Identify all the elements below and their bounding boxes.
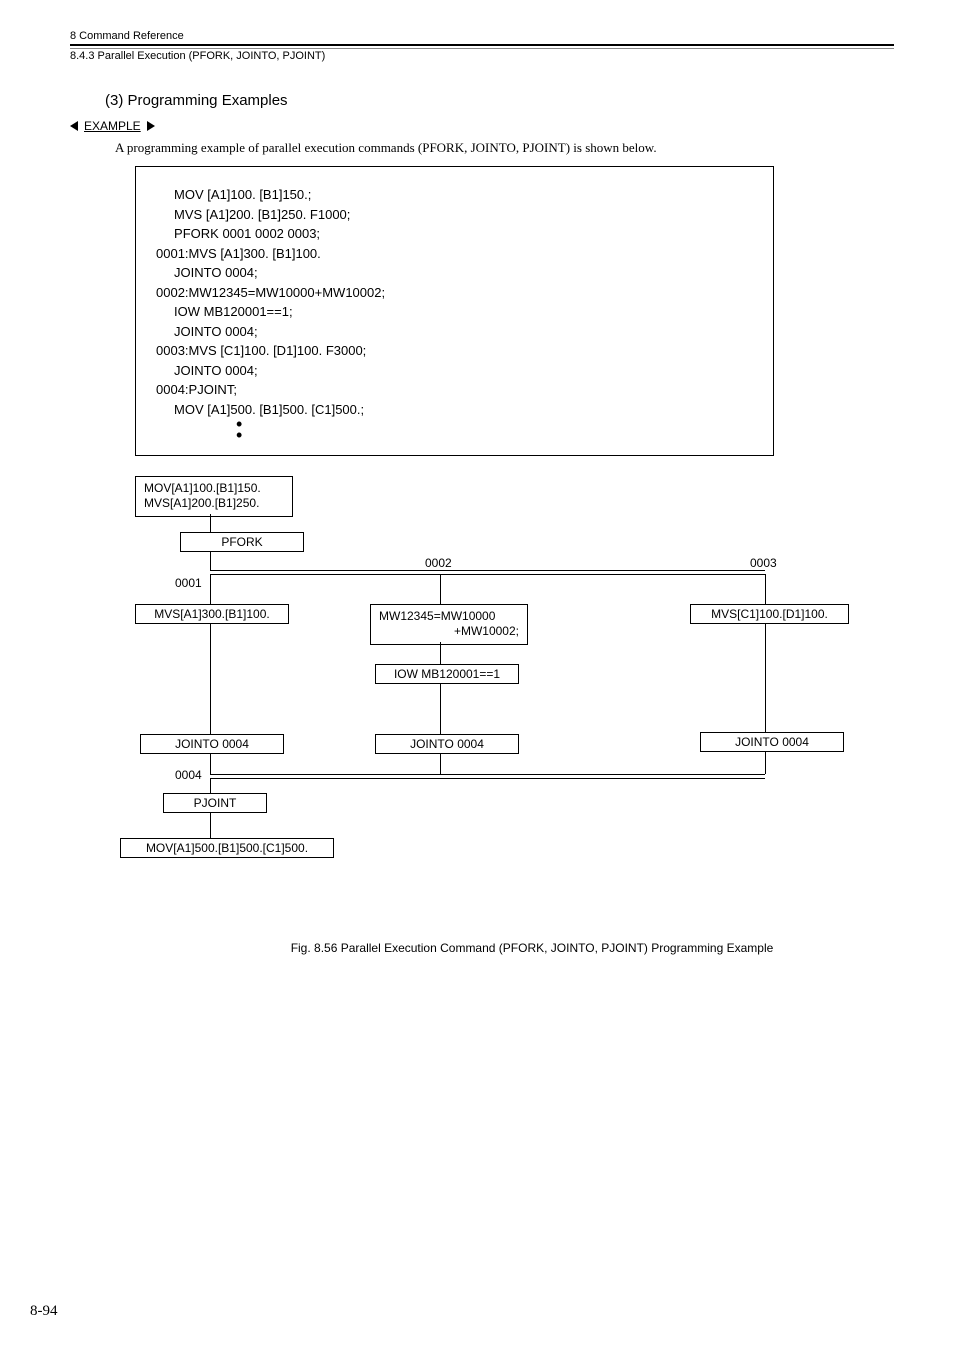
diagram-box-top: MOV[A1]100.[B1]150. MVS[A1]200.[B1]250. bbox=[135, 476, 293, 517]
code-line: 0001:MVS [A1]300. [B1]100. bbox=[156, 244, 763, 264]
code-line: 0002:MW12345=MW10000+MW10002; bbox=[156, 283, 763, 303]
page-number: 8-94 bbox=[30, 1303, 58, 1320]
code-line: 0004:PJOINT; bbox=[156, 380, 763, 400]
diagram-text: MVS[A1]200.[B1]250. bbox=[144, 496, 284, 512]
code-line: JOINTO 0004; bbox=[156, 263, 763, 283]
connector-line bbox=[210, 514, 211, 532]
diagram-box: JOINTO 0004 bbox=[700, 732, 844, 752]
diagram-label: 0003 bbox=[750, 556, 777, 570]
diagram-box: MW12345=MW10000 +MW10002; bbox=[370, 604, 528, 645]
connector-line bbox=[210, 574, 765, 575]
connector-line bbox=[440, 684, 441, 734]
code-line: IOW MB120001==1; bbox=[156, 302, 763, 322]
connector-line bbox=[210, 813, 211, 838]
code-listing: MOV [A1]100. [B1]150.; MVS [A1]200. [B1]… bbox=[135, 166, 774, 456]
example-label: EXAMPLE bbox=[84, 119, 141, 133]
code-line: PFORK 0001 0002 0003; bbox=[156, 224, 763, 244]
diagram-text: JOINTO 0004 bbox=[175, 737, 249, 751]
diagram-box: JOINTO 0004 bbox=[375, 734, 519, 754]
connector-line bbox=[210, 754, 211, 774]
ellipsis-icon: • bbox=[236, 419, 763, 430]
connector-line bbox=[765, 624, 766, 732]
diagram-box: IOW MB120001==1 bbox=[375, 664, 519, 684]
diagram-text: PFORK bbox=[221, 535, 262, 549]
diagram-text: IOW MB120001==1 bbox=[394, 667, 500, 681]
page-header: 8 Command Reference 8.4.3 Parallel Execu… bbox=[70, 30, 894, 62]
diagram-text: JOINTO 0004 bbox=[735, 735, 809, 749]
diagram-box: MVS[A1]300.[B1]100. bbox=[135, 604, 289, 624]
connector-line bbox=[210, 774, 765, 775]
diagram-text: MW12345=MW10000 bbox=[379, 609, 519, 625]
code-line: 0003:MVS [C1]100. [D1]100. F3000; bbox=[156, 341, 763, 361]
header-chapter: 8 Command Reference bbox=[70, 30, 894, 44]
diagram-label: 0002 bbox=[425, 556, 452, 570]
header-section: 8.4.3 Parallel Execution (PFORK, JOINTO,… bbox=[70, 48, 894, 62]
code-line: JOINTO 0004; bbox=[156, 361, 763, 381]
ellipsis-icon: • bbox=[236, 430, 763, 441]
connector-line bbox=[440, 642, 441, 664]
figure-caption: Fig. 8.56 Parallel Execution Command (PF… bbox=[170, 941, 894, 955]
connector-line bbox=[440, 574, 441, 604]
connector-line bbox=[765, 752, 766, 774]
connector-line bbox=[210, 624, 211, 734]
diagram-text: PJOINT bbox=[194, 796, 237, 810]
code-line: JOINTO 0004; bbox=[156, 322, 763, 342]
connector-line bbox=[210, 574, 211, 604]
connector-line bbox=[765, 574, 766, 604]
connector-line bbox=[440, 754, 441, 774]
diagram-text: +MW10002; bbox=[379, 624, 519, 640]
diagram-label: 0001 bbox=[175, 576, 202, 590]
connector-line bbox=[210, 552, 211, 570]
diagram-text: MVS[C1]100.[D1]100. bbox=[711, 607, 828, 621]
header-rule bbox=[70, 44, 894, 46]
example-label-row: EXAMPLE bbox=[70, 117, 894, 137]
flow-diagram: MOV[A1]100.[B1]150. MVS[A1]200.[B1]250. … bbox=[115, 476, 895, 916]
diagram-box-pjoint: PJOINT bbox=[163, 793, 267, 813]
diagram-box-pfork: PFORK bbox=[180, 532, 304, 552]
connector-line bbox=[210, 778, 211, 793]
diagram-box-bottom: MOV[A1]500.[B1]500.[C1]500. bbox=[120, 838, 334, 858]
diagram-box: JOINTO 0004 bbox=[140, 734, 284, 754]
body-text: A programming example of parallel execut… bbox=[115, 140, 894, 156]
diagram-text: MOV[A1]100.[B1]150. bbox=[144, 481, 284, 497]
diagram-text: MOV[A1]500.[B1]500.[C1]500. bbox=[146, 841, 308, 855]
code-line: MOV [A1]500. [B1]500. [C1]500.; bbox=[156, 400, 763, 420]
triangle-left-icon bbox=[70, 121, 78, 131]
code-line: MOV [A1]100. [B1]150.; bbox=[156, 185, 763, 205]
triangle-right-icon bbox=[147, 121, 155, 131]
connector-line bbox=[210, 570, 765, 571]
diagram-box: MVS[C1]100.[D1]100. bbox=[690, 604, 849, 624]
diagram-text: JOINTO 0004 bbox=[410, 737, 484, 751]
diagram-label: 0004 bbox=[175, 768, 202, 782]
diagram-text: MVS[A1]300.[B1]100. bbox=[154, 607, 269, 621]
section-title: (3) Programming Examples bbox=[105, 92, 894, 109]
connector-line bbox=[210, 778, 765, 779]
code-line: MVS [A1]200. [B1]250. F1000; bbox=[156, 205, 763, 225]
